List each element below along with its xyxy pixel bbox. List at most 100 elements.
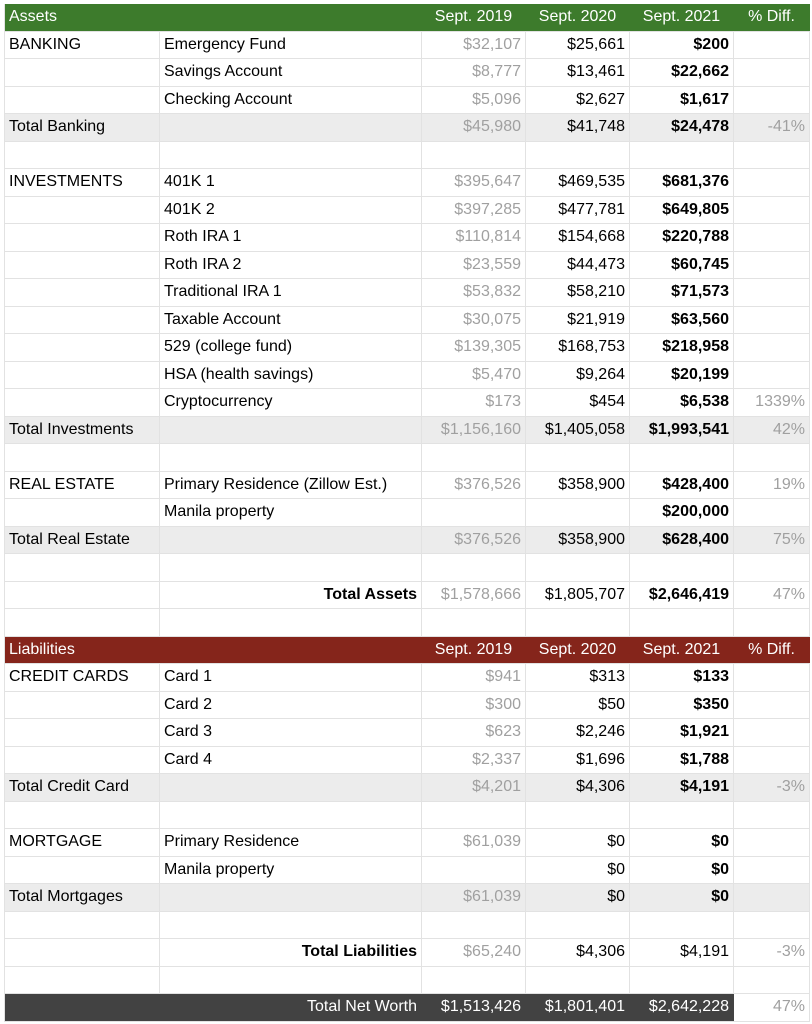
cell[interactable] (4, 59, 160, 86)
cell[interactable]: $428,400 (630, 471, 734, 498)
cell[interactable] (4, 691, 160, 718)
cell[interactable]: Manila property (160, 499, 422, 526)
cell[interactable] (160, 774, 422, 801)
cell[interactable]: Card 2 (160, 691, 422, 718)
cell[interactable] (734, 196, 810, 223)
cell[interactable]: $623 (422, 719, 526, 746)
cell[interactable]: Emergency Fund (160, 31, 422, 58)
cell[interactable]: Total Liabilities (160, 939, 422, 966)
cell[interactable]: Checking Account (160, 86, 422, 113)
cell[interactable]: $168,753 (526, 334, 630, 361)
cell[interactable]: $60,745 (630, 251, 734, 278)
cell[interactable]: $4,306 (526, 774, 630, 801)
cell[interactable]: $2,337 (422, 746, 526, 773)
cell[interactable]: 401K 2 (160, 196, 422, 223)
cell[interactable]: $1,921 (630, 719, 734, 746)
cell[interactable] (4, 141, 160, 168)
cell[interactable]: Total Net Worth (160, 994, 422, 1021)
cell[interactable]: $395,647 (422, 169, 526, 196)
cell[interactable] (526, 444, 630, 471)
cell[interactable]: $4,306 (526, 939, 630, 966)
cell[interactable] (160, 636, 422, 663)
cell[interactable]: $2,646,419 (630, 581, 734, 608)
cell[interactable]: $0 (526, 884, 630, 911)
cell[interactable]: $5,470 (422, 361, 526, 388)
cell[interactable]: $1,156,160 (422, 416, 526, 443)
cell[interactable] (734, 829, 810, 856)
cell[interactable]: MORTGAGE (4, 829, 160, 856)
cell[interactable]: Sept. 2020 (526, 636, 630, 663)
cell[interactable] (4, 251, 160, 278)
cell[interactable]: $61,039 (422, 884, 526, 911)
cell[interactable]: -41% (734, 114, 810, 141)
cell[interactable] (630, 444, 734, 471)
cell[interactable]: $200 (630, 31, 734, 58)
cell[interactable] (4, 746, 160, 773)
cell[interactable] (160, 554, 422, 581)
cell[interactable]: $22,662 (630, 59, 734, 86)
cell[interactable] (526, 141, 630, 168)
cell[interactable]: $5,096 (422, 86, 526, 113)
cell[interactable]: $4,191 (630, 939, 734, 966)
cell[interactable]: Total Investments (4, 416, 160, 443)
cell[interactable]: $350 (630, 691, 734, 718)
cell[interactable]: $1,801,401 (526, 994, 630, 1021)
cell[interactable]: 19% (734, 471, 810, 498)
cell[interactable] (160, 801, 422, 828)
cell[interactable]: $4,191 (630, 774, 734, 801)
cell[interactable] (4, 939, 160, 966)
cell[interactable]: $110,814 (422, 224, 526, 251)
cell[interactable] (160, 966, 422, 993)
cell[interactable]: $63,560 (630, 306, 734, 333)
cell[interactable]: Total Assets (160, 581, 422, 608)
cell[interactable] (734, 169, 810, 196)
cell[interactable]: $44,473 (526, 251, 630, 278)
cell[interactable] (526, 801, 630, 828)
cell[interactable] (734, 444, 810, 471)
cell[interactable] (4, 279, 160, 306)
cell[interactable]: $50 (526, 691, 630, 718)
cell[interactable]: $23,559 (422, 251, 526, 278)
cell[interactable] (526, 609, 630, 636)
cell[interactable]: $13,461 (526, 59, 630, 86)
cell[interactable]: $376,526 (422, 471, 526, 498)
cell[interactable]: $0 (630, 829, 734, 856)
cell[interactable] (160, 4, 422, 31)
cell[interactable]: Sept. 2021 (630, 4, 734, 31)
cell[interactable]: Liabilities (4, 636, 160, 663)
cell[interactable] (734, 279, 810, 306)
cell[interactable] (160, 526, 422, 553)
cell[interactable] (422, 801, 526, 828)
cell[interactable]: $397,285 (422, 196, 526, 223)
cell[interactable]: Traditional IRA 1 (160, 279, 422, 306)
cell[interactable]: $9,264 (526, 361, 630, 388)
cell[interactable]: $1,405,058 (526, 416, 630, 443)
cell[interactable] (734, 856, 810, 883)
cell[interactable] (630, 554, 734, 581)
cell[interactable]: $25,661 (526, 31, 630, 58)
cell[interactable]: $313 (526, 664, 630, 691)
cell[interactable]: $0 (526, 856, 630, 883)
cell[interactable] (734, 251, 810, 278)
cell[interactable]: $2,246 (526, 719, 630, 746)
cell[interactable]: $1,696 (526, 746, 630, 773)
cell[interactable]: $6,538 (630, 389, 734, 416)
cell[interactable] (630, 609, 734, 636)
cell[interactable] (734, 361, 810, 388)
cell[interactable]: $61,039 (422, 829, 526, 856)
cell[interactable] (422, 499, 526, 526)
cell[interactable] (422, 141, 526, 168)
cell[interactable] (734, 691, 810, 718)
cell[interactable] (4, 444, 160, 471)
cell[interactable]: $1,617 (630, 86, 734, 113)
cell[interactable] (160, 416, 422, 443)
cell[interactable]: Taxable Account (160, 306, 422, 333)
cell[interactable] (526, 911, 630, 938)
cell[interactable] (4, 719, 160, 746)
cell[interactable]: Sept. 2021 (630, 636, 734, 663)
cell[interactable]: $8,777 (422, 59, 526, 86)
cell[interactable]: 401K 1 (160, 169, 422, 196)
cell[interactable] (160, 609, 422, 636)
cell[interactable]: $154,668 (526, 224, 630, 251)
cell[interactable]: % Diff. (734, 4, 810, 31)
